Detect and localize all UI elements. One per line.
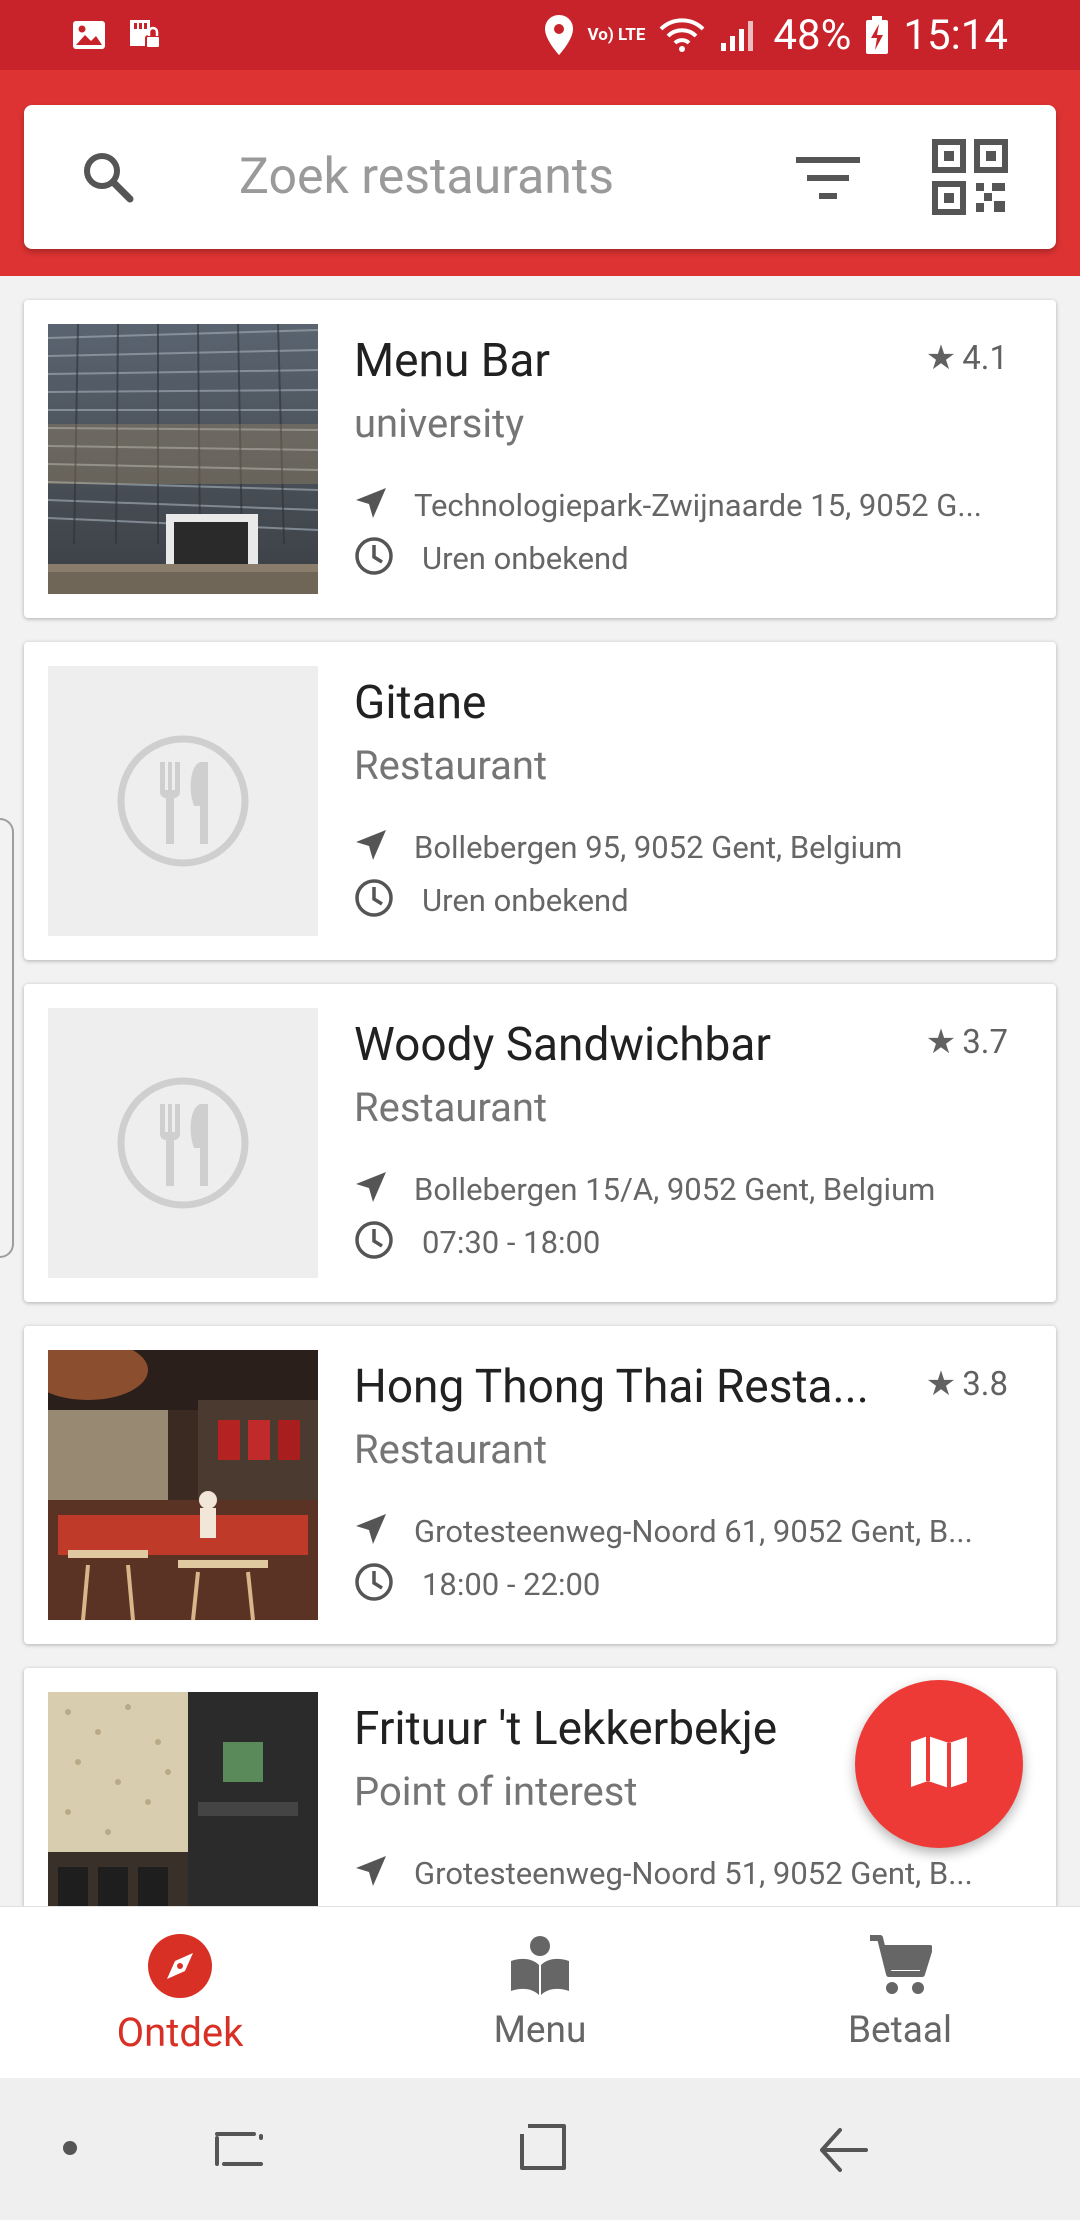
restaurant-photo-placeholder [48,666,318,936]
nav-label: Ontdek [116,2009,244,2056]
gallery-notification-icon [72,20,106,50]
restaurant-address-row: Grotesteenweg-Noord 51, 9052 Gent, B... [354,1854,1044,1892]
restaurant-name: Hong Thong Thai Resta... [354,1360,869,1414]
restaurant-photo [48,1692,318,1906]
restaurant-type: Restaurant [354,1084,548,1131]
restaurant-hours: Uren onbekend [422,539,629,577]
restaurant-rating: ★ 3.8 [926,1364,1008,1404]
restaurant-hours-row: 07:30 - 18:00 [354,1220,600,1264]
restaurant-hours: Uren onbekend [422,881,629,919]
star-icon: ★ [925,338,957,378]
system-navigation-bar [0,2078,1080,2220]
navigation-arrow-icon [354,1170,388,1208]
restaurant-card[interactable]: Gitane Restaurant Bollebergen 95, 9052 G… [24,642,1056,960]
recent-apps-icon[interactable] [214,2124,264,2178]
star-icon: ★ [925,1364,957,1404]
edge-panel-handle[interactable] [0,818,14,1258]
restaurant-type: Restaurant [354,1426,548,1473]
clock-icon [354,536,394,580]
back-icon[interactable] [818,2124,870,2180]
dot-indicator-icon[interactable] [62,2140,78,2160]
navigation-arrow-icon [354,1854,388,1892]
restaurant-name: Menu Bar [354,334,550,388]
rating-value: 3.7 [962,1022,1008,1062]
restaurant-address-row: Bollebergen 95, 9052 Gent, Belgium [354,828,1044,866]
sd-card-notification-icon [126,18,162,52]
navigation-arrow-icon [354,1512,388,1550]
wifi-icon [659,17,705,53]
app-toolbar [0,70,1080,276]
nav-tab-menu[interactable]: Menu [360,1907,720,2079]
restaurant-card[interactable]: Menu Bar ★ 4.1 university Technologiepar… [24,300,1056,618]
map-icon [909,1734,969,1794]
compass-icon [147,1933,213,1999]
clock-icon [354,1220,394,1264]
clock-icon [354,878,394,922]
navigation-arrow-icon [354,828,388,866]
restaurant-type: Point of interest [354,1768,638,1815]
restaurant-card[interactable]: Woody Sandwichbar ★ 3.7 Restaurant Bolle… [24,984,1056,1302]
restaurant-address: Grotesteenweg-Noord 61, 9052 Gent, B... [414,1512,973,1550]
cutlery-placeholder-icon [48,666,318,936]
qr-code-icon[interactable] [932,139,1008,219]
star-icon: ★ [925,1022,957,1062]
filter-icon[interactable] [794,153,864,207]
restaurant-address-row: Technologiepark-Zwijnaarde 15, 9052 G... [354,486,1044,524]
restaurant-photo [48,1350,318,1620]
cutlery-placeholder-icon [48,1008,318,1278]
restaurant-rating: ★ 3.7 [926,1022,1008,1062]
restaurant-hours-row: Uren onbekend [354,536,629,580]
nav-label: Menu [493,2009,587,2052]
restaurant-address: Grotesteenweg-Noord 51, 9052 Gent, B... [414,1854,973,1892]
restaurant-list[interactable]: Menu Bar ★ 4.1 university Technologiepar… [0,276,1080,1906]
nav-label: Betaal [847,2009,953,2052]
signal-icon [719,17,759,53]
restaurant-name: Woody Sandwichbar [354,1018,771,1072]
restaurant-address: Technologiepark-Zwijnaarde 15, 9052 G... [414,486,982,524]
clock-icon [354,1562,394,1606]
restaurant-photo-placeholder [48,1008,318,1278]
status-bar: Vo) LTE 48% 15:14 [0,0,1080,70]
battery-percent: 48% [773,10,852,60]
nav-tab-ontdek[interactable]: Ontdek [0,1907,360,2079]
restaurant-address: Bollebergen 95, 9052 Gent, Belgium [414,828,903,866]
restaurant-name: Frituur 't Lekkerbekje [354,1702,778,1756]
restaurant-hours-row: Uren onbekend [354,878,629,922]
restaurant-address-row: Grotesteenweg-Noord 61, 9052 Gent, B... [354,1512,1044,1550]
restaurant-address: Bollebergen 15/A, 9052 Gent, Belgium [414,1170,936,1208]
restaurant-type: Restaurant [354,742,548,789]
search-input[interactable] [239,141,739,213]
bottom-navigation: Ontdek Menu Betaal [0,1906,1080,2078]
restaurant-rating: ★ 4.1 [926,338,1008,378]
home-icon[interactable] [518,2122,570,2178]
open-book-icon [509,1933,571,1999]
navigation-arrow-icon [354,486,388,524]
clock-time: 15:14 [903,10,1008,60]
map-view-button[interactable] [855,1680,1023,1848]
location-icon [544,14,574,56]
search-icon[interactable] [78,147,138,211]
restaurant-hours: 18:00 - 22:00 [422,1565,601,1603]
restaurant-hours: 07:30 - 18:00 [422,1223,601,1261]
nav-tab-betaal[interactable]: Betaal [720,1907,1080,2079]
restaurant-address-row: Bollebergen 15/A, 9052 Gent, Belgium [354,1170,1044,1208]
restaurant-photo [48,324,318,594]
search-bar [24,105,1056,249]
battery-charging-icon [865,15,889,55]
restaurant-type: university [354,400,525,447]
rating-value: 4.1 [962,338,1008,378]
restaurant-hours-row: 18:00 - 22:00 [354,1562,600,1606]
volte-indicator: Vo) LTE [587,24,646,45]
shopping-cart-icon [868,1933,932,1999]
restaurant-name: Gitane [354,676,487,730]
restaurant-card[interactable]: Hong Thong Thai Resta... ★ 3.8 Restauran… [24,1326,1056,1644]
rating-value: 3.8 [962,1364,1008,1404]
